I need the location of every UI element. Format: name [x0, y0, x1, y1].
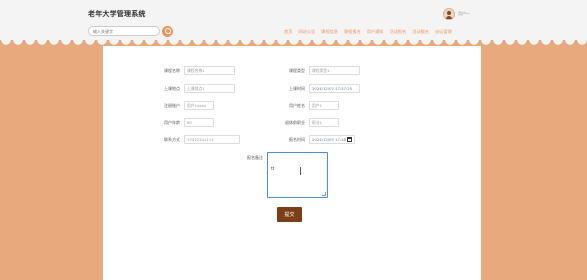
row-registered-account: 注册账户 用户1xxxx: [140, 101, 214, 110]
user-name[interactable]: 用户一: [458, 11, 470, 17]
former-job-label: 退休前职业: [285, 119, 305, 125]
row-user-name: 用户姓名 用户1: [265, 101, 339, 110]
former-job-field[interactable]: 职业1: [309, 118, 339, 127]
nav-item-course-signup[interactable]: 课程报名: [344, 29, 361, 35]
age-field[interactable]: 60: [184, 118, 214, 127]
signup-time-label: 报名时间: [289, 136, 305, 142]
course-type-field[interactable]: 课程类型1: [309, 66, 360, 75]
nav-item-activity-signup-2[interactable]: 活动报名: [412, 29, 429, 35]
row-course-name: 课程名称 课程名称1: [140, 66, 235, 75]
row-location: 上课地点 上课地点1: [140, 84, 235, 93]
text-cursor: [300, 167, 301, 175]
avatar[interactable]: [443, 8, 455, 20]
signup-time-value: 2024/12/05 17:48: [312, 137, 347, 142]
registered-account-label: 注册账户: [164, 102, 180, 108]
calendar-icon[interactable]: [347, 137, 352, 142]
location-label: 上课地点: [164, 85, 180, 91]
site-title: 老年大学管理系统: [88, 10, 146, 18]
user-name-field[interactable]: 用户1: [309, 101, 339, 110]
signup-time-field[interactable]: 2024/12/05 17:48: [309, 135, 355, 144]
phone-field[interactable]: 13412341111: [184, 135, 240, 144]
remark-textarea[interactable]: tt: [267, 152, 328, 198]
course-name-field[interactable]: 课程名称1: [184, 66, 235, 75]
row-former-job: 退休前职业 职业1: [265, 118, 339, 127]
top-nav: 首页 网站公告 课程信息 课程报名 用户通知 活动报名 活动报名 论坛管理: [284, 29, 452, 35]
registered-account-field[interactable]: 用户1xxxx: [184, 101, 214, 110]
row-course-type: 课程类型 课程类型1: [265, 66, 360, 75]
course-type-label: 课程类型: [289, 67, 305, 73]
submit-button[interactable]: 提交: [277, 207, 302, 222]
row-signup-time: 报名时间 2024/12/05 17:48: [265, 135, 355, 144]
course-time-label: 上课时间: [289, 85, 305, 91]
row-phone: 联系方式 13412341111: [140, 135, 240, 144]
nav-item-activity-signup[interactable]: 活动报名: [389, 29, 406, 35]
age-label: 用户年龄: [164, 119, 180, 125]
course-name-label: 课程名称: [164, 67, 180, 73]
user-name-label: 用户姓名: [289, 102, 305, 108]
search-input[interactable]: [88, 26, 160, 36]
resize-handle-icon[interactable]: [322, 192, 326, 196]
top-header: 老年大学管理系统 用户一 首页 网站公告 课程信息 课程报名 用户通知 活动报名…: [0, 0, 587, 40]
course-time-field[interactable]: 2024/12/02 17:57:25: [309, 84, 360, 93]
row-age: 用户年龄 60: [140, 118, 214, 127]
nav-item-notices[interactable]: 用户通知: [367, 29, 384, 35]
search-icon[interactable]: [162, 26, 173, 37]
nav-item-announcements[interactable]: 网站公告: [298, 29, 315, 35]
remark-label: 报名备注: [247, 155, 263, 160]
remark-value: tt: [271, 166, 275, 171]
location-field[interactable]: 上课地点1: [184, 84, 235, 93]
nav-item-forum[interactable]: 论坛管理: [435, 29, 452, 35]
nav-item-courses[interactable]: 课程信息: [321, 29, 338, 35]
nav-item-home[interactable]: 首页: [284, 29, 292, 35]
row-course-time: 上课时间 2024/12/02 17:57:25: [265, 84, 360, 93]
phone-label: 联系方式: [164, 136, 180, 142]
